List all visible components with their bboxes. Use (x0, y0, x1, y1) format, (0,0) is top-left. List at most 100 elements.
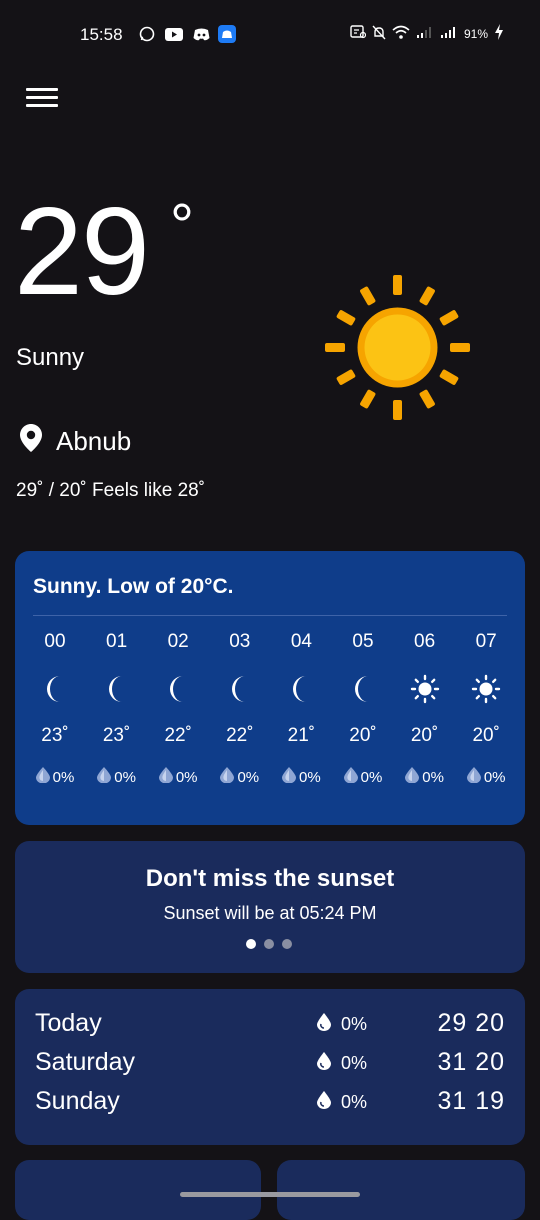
day-precip: 0% (317, 1091, 367, 1114)
hour-label: 03 (229, 631, 251, 652)
status-right: 91% (350, 24, 504, 43)
hour-precip: 0% (25, 767, 85, 787)
raindrop-icon (158, 767, 173, 787)
hour-label: 07 (475, 631, 497, 652)
info-card[interactable] (277, 1160, 525, 1220)
hour-precip: 0% (271, 767, 331, 787)
hilo-feels-like: 29˚ / 20˚ Feels like 28˚ (16, 480, 206, 501)
sunset-subtitle: Sunset will be at 05:24 PM (163, 903, 377, 923)
precip-value: 0% (237, 768, 260, 786)
hour-temp: 21˚ (287, 725, 316, 746)
status-time: 15:58 (80, 25, 123, 44)
hour-precip: 0% (210, 767, 270, 787)
hour-temp: 23˚ (102, 725, 131, 746)
hour-label: 06 (414, 631, 436, 652)
hour-item: 05 20˚ 0% (333, 631, 393, 787)
home-indicator[interactable] (180, 1192, 360, 1197)
precip-value: 0% (341, 1053, 368, 1073)
moon-icon (210, 671, 270, 707)
page-dot[interactable] (264, 939, 274, 949)
precip-value: 0% (360, 768, 383, 786)
sun-icon (325, 275, 470, 420)
hour-temp: 22˚ (226, 725, 254, 746)
page-indicator (246, 939, 292, 949)
hour-precip: 0% (456, 767, 516, 787)
precip-value: 0% (299, 768, 321, 786)
hour-item: 01 23˚ 0% (87, 631, 147, 787)
hour-temp: 22˚ (164, 725, 192, 746)
charging-icon (494, 24, 504, 43)
hour-label: 04 (290, 631, 312, 652)
day-name: Saturday (35, 1048, 136, 1076)
sunset-card[interactable]: Don't miss the sunset Sunset will be at … (15, 841, 525, 973)
daily-row[interactable]: Today 0% 29 20 (35, 1009, 505, 1045)
day-precip: 0% (317, 1052, 367, 1075)
raindrop-icon (343, 767, 358, 787)
mute-icon (372, 25, 386, 43)
status-bar: 15:58 91% (0, 0, 540, 70)
hour-precip: 0% (148, 767, 208, 787)
hour-temp: 23˚ (41, 725, 69, 746)
daily-row[interactable]: Sunday 0% 31 19 (35, 1087, 505, 1123)
signal-icon (440, 25, 458, 42)
sun-icon (456, 671, 516, 707)
raindrop-icon (466, 767, 481, 787)
daily-forecast-card[interactable]: Today 0% 29 20 Saturday 0% 31 20 Sunday 0% 31 19 (15, 989, 525, 1145)
location-row[interactable]: Abnub (20, 424, 131, 459)
battery-level: 91% (463, 26, 488, 41)
moon-icon (333, 671, 393, 707)
raindrop-icon (405, 767, 420, 787)
location-pin-icon (20, 424, 42, 459)
raindrop-icon (220, 767, 235, 787)
hour-precip: 0% (395, 767, 455, 787)
page-dot[interactable] (282, 939, 292, 949)
raindrop-icon (35, 767, 50, 787)
hour-item: 02 22˚ 0% (148, 631, 208, 787)
discord-icon (192, 26, 210, 42)
hour-label: 01 (106, 631, 128, 652)
precip-value: 0% (114, 768, 136, 786)
hour-label: 02 (167, 631, 189, 652)
sim-icon (350, 25, 367, 42)
divider (33, 615, 507, 616)
hour-temp: 20˚ (349, 725, 377, 746)
degree-symbol: ° (170, 192, 194, 259)
day-name: Sunday (35, 1087, 120, 1115)
info-card[interactable] (15, 1160, 261, 1220)
wifi-icon (392, 25, 410, 42)
raindrop-icon (317, 1091, 331, 1114)
day-high-low: 29 20 (437, 1009, 505, 1037)
current-temperature: 29 (14, 183, 150, 321)
menu-button[interactable] (26, 88, 58, 112)
moon-icon (148, 671, 208, 707)
moon-icon (87, 671, 147, 707)
hour-label: 05 (352, 631, 374, 652)
precip-value: 0% (52, 768, 75, 786)
raindrop-icon (317, 1013, 331, 1036)
precip-value: 0% (341, 1014, 368, 1034)
hour-item: 03 22˚ 0% (210, 631, 270, 787)
hourly-forecast-card[interactable]: Sunny. Low of 20°C. 00 23˚ 0% 01 23˚ 0% 02 22˚ 0… (15, 551, 525, 825)
precip-value: 0% (483, 768, 506, 786)
hour-item: 06 20˚ 0% (395, 631, 455, 787)
current-condition: Sunny (16, 344, 85, 371)
day-high-low: 31 20 (437, 1048, 505, 1076)
hour-temp: 20˚ (410, 725, 439, 746)
raindrop-icon (317, 1052, 331, 1075)
app-icon (218, 25, 236, 43)
precip-value: 0% (341, 1092, 368, 1112)
youtube-icon (164, 26, 184, 42)
day-high-low: 31 19 (437, 1087, 505, 1115)
whatsapp-icon (139, 26, 155, 42)
hour-temp: 20˚ (472, 725, 500, 746)
precip-value: 0% (422, 768, 444, 786)
page-dot[interactable] (246, 939, 256, 949)
hour-precip: 0% (87, 767, 147, 787)
daily-row[interactable]: Saturday 0% 31 20 (35, 1048, 505, 1084)
moon-icon (271, 671, 331, 707)
sunset-title: Don't miss the sunset (145, 865, 395, 892)
day-name: Today (35, 1009, 102, 1037)
hour-label: 00 (44, 631, 66, 652)
hourly-summary: Sunny. Low of 20°C. (33, 575, 234, 598)
raindrop-icon (282, 767, 297, 787)
